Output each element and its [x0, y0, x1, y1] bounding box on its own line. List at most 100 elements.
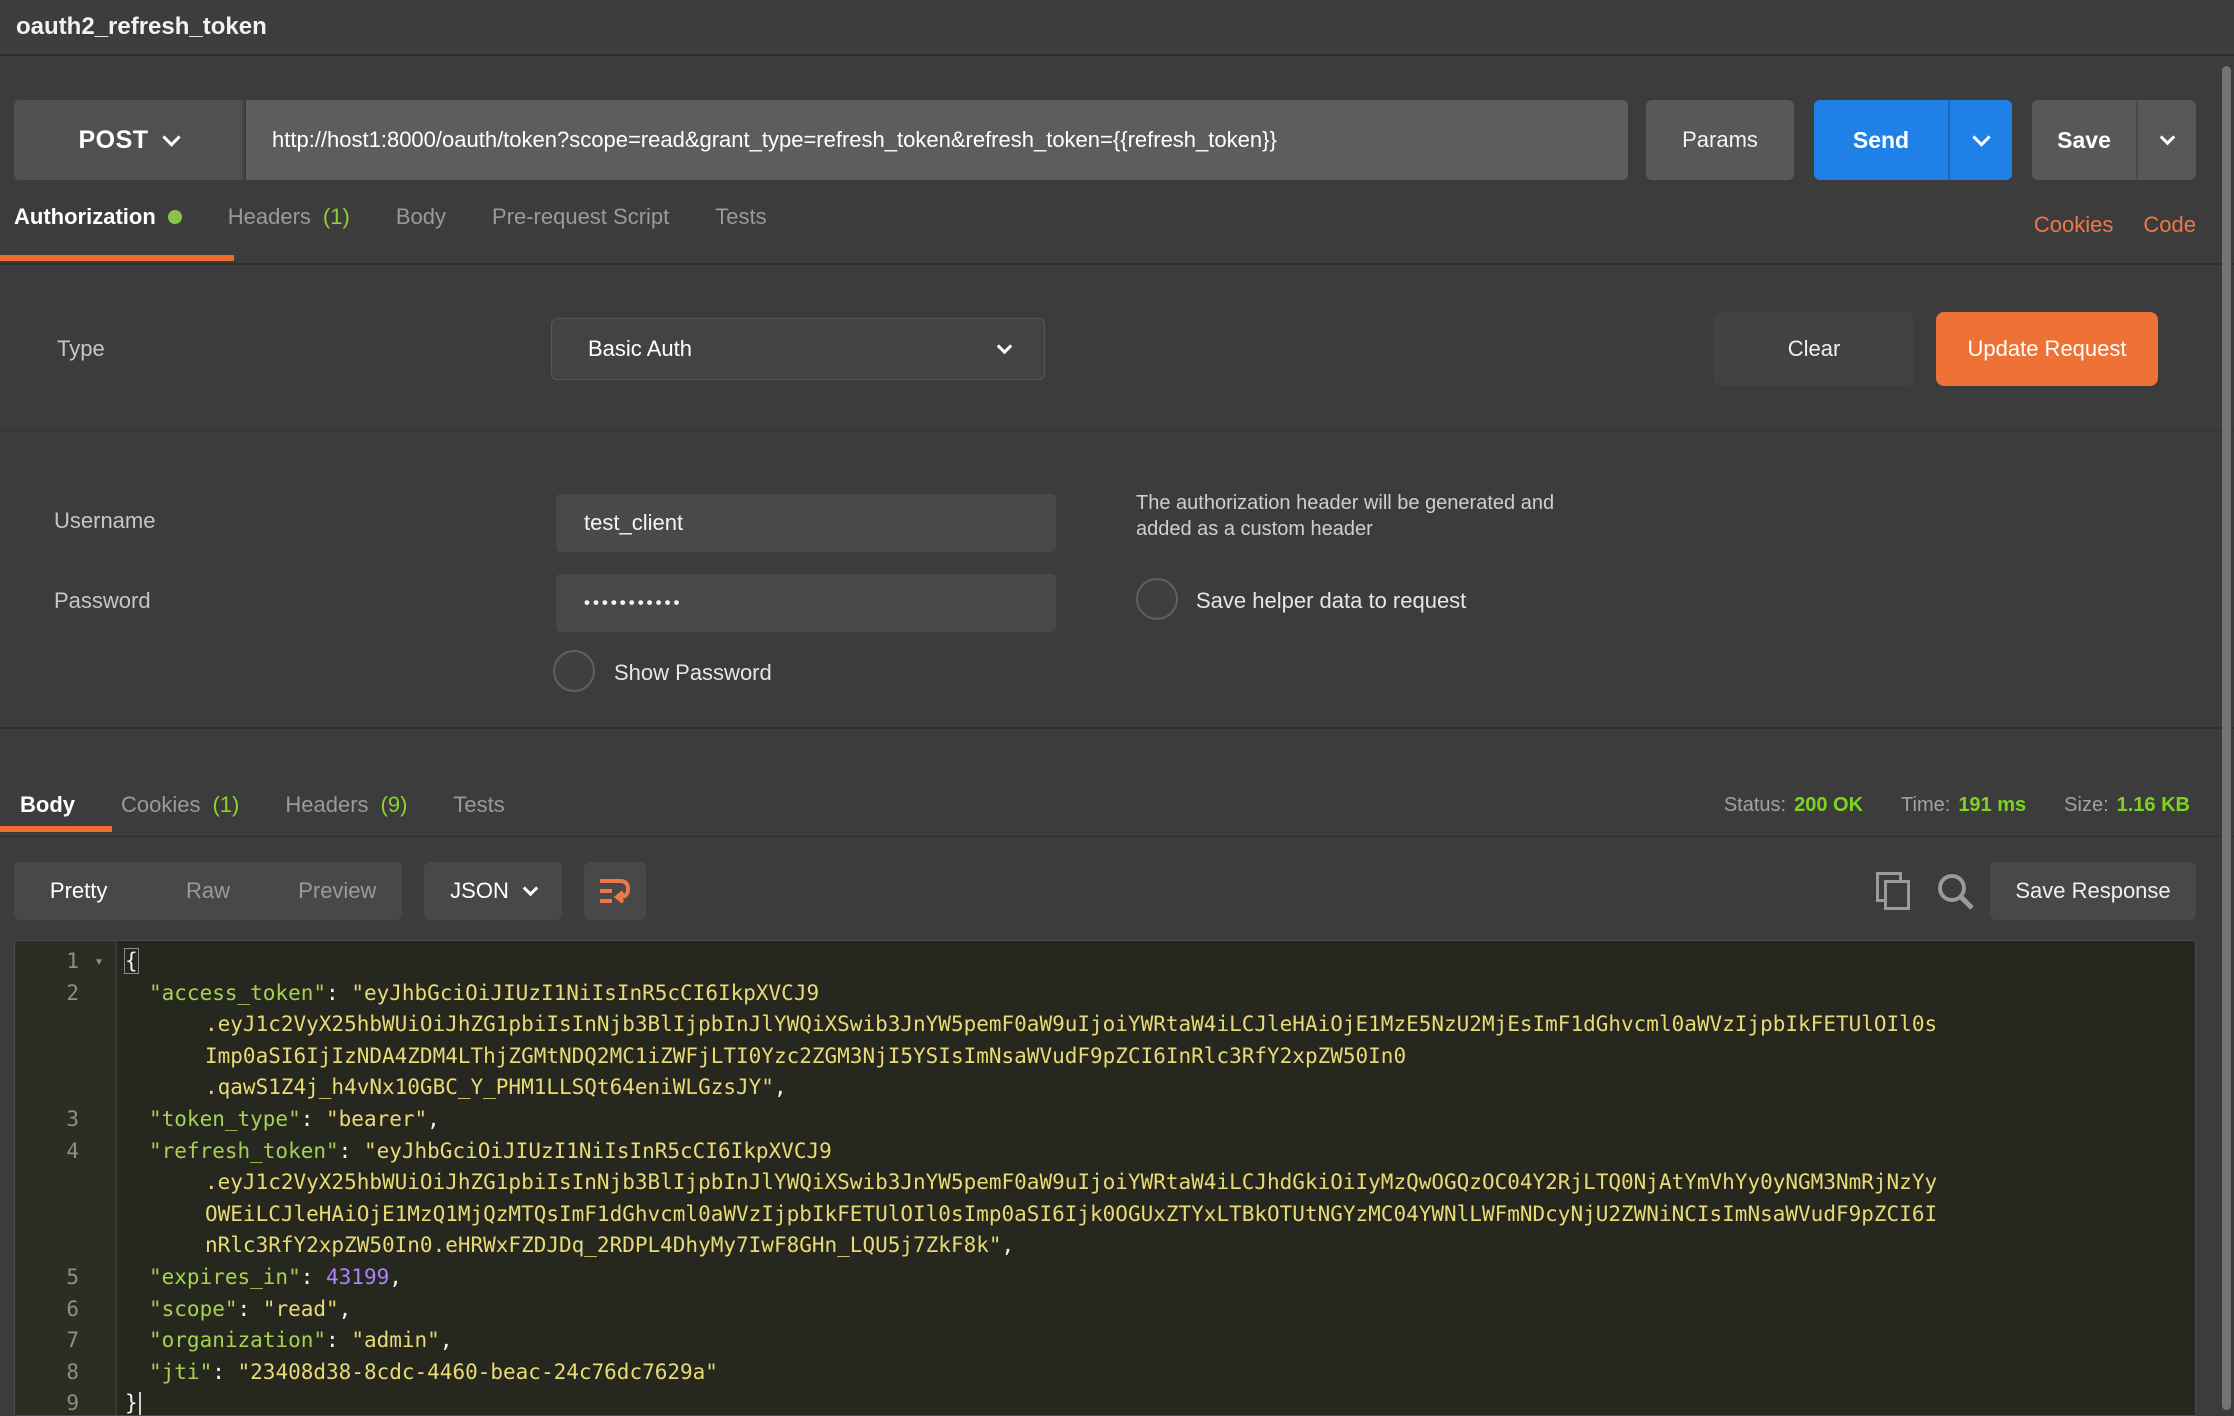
save-response-button[interactable]: Save Response [1990, 862, 2196, 920]
size-badge: Size:1.16 KB [2064, 794, 2190, 817]
code-line: 8 "jti": "23408d38-8cdc-4460-beac-24c76dc… [15, 1357, 2195, 1389]
token-key: "organization" [149, 1328, 326, 1352]
page-scrollbar[interactable] [2222, 66, 2231, 1410]
response-body-viewer[interactable]: 1▾{2"access_token": "eyJhbGciOiJIUzI1NiI… [14, 940, 2196, 1416]
save-helper-label: Save helper data to request [1196, 588, 1466, 614]
code-line: nRlc3RfY2xpZW50In0.eHRWxFZDJDq_2RDPL4Dhy… [15, 1230, 2195, 1262]
fold-caret-empty [79, 1072, 119, 1104]
line-number [15, 1041, 79, 1073]
method-label: POST [78, 126, 148, 155]
code-line: 4"refresh_token": "eyJhbGciOiJIUzI1NiIsI… [15, 1136, 2195, 1168]
code-line: 1▾{ [15, 946, 2195, 978]
code-line: 9} [15, 1388, 2195, 1416]
token-str: "bearer" [326, 1107, 427, 1131]
line-number [15, 1072, 79, 1104]
tab-headers[interactable]: Headers (1) [228, 204, 350, 230]
code-text: { [119, 946, 2195, 978]
token-key: "refresh_token" [149, 1139, 339, 1163]
save-options-button[interactable] [2136, 100, 2196, 180]
token-pun: } [125, 1391, 138, 1415]
auth-type-dropdown[interactable]: Basic Auth [551, 318, 1045, 380]
token-pun: : [212, 1360, 237, 1384]
response-tab-body[interactable]: Body [20, 792, 75, 818]
url-input[interactable]: http://host1:8000/oauth/token?scope=read… [246, 100, 1628, 180]
token-pun: : [301, 1107, 326, 1131]
wrap-text-icon [598, 875, 632, 907]
clear-button[interactable]: Clear [1714, 312, 1914, 386]
search-icon [1934, 870, 1976, 912]
token-num: 43199 [326, 1265, 389, 1289]
format-dropdown[interactable]: JSON [424, 862, 562, 920]
copy-button[interactable] [1874, 870, 1916, 912]
response-meta: Status:200 OK Time:191 ms Size:1.16 KB [1724, 794, 2190, 817]
save-helper-toggle[interactable] [1136, 578, 1178, 620]
password-label: Password [54, 588, 151, 614]
token-key: "access_token" [149, 981, 326, 1005]
line-number: 8 [15, 1357, 79, 1389]
username-field[interactable]: test_client [556, 494, 1056, 552]
text-cursor [139, 1392, 141, 1416]
token-str: "admin" [351, 1328, 440, 1352]
line-number: 5 [15, 1262, 79, 1294]
line-number: 7 [15, 1325, 79, 1357]
chevron-down-icon [2159, 129, 2175, 145]
tab-tests[interactable]: Tests [715, 204, 766, 230]
time-badge: Time:191 ms [1901, 794, 2026, 817]
method-dropdown[interactable]: POST [14, 100, 244, 180]
show-password-toggle[interactable] [553, 650, 595, 692]
code-lines: 1▾{2"access_token": "eyJhbGciOiJIUzI1NiI… [15, 946, 2195, 1416]
params-button[interactable]: Params [1646, 100, 1794, 180]
token-pun: : [326, 1328, 351, 1352]
view-mode-pretty[interactable]: Pretty [14, 862, 143, 920]
response-tab-headers[interactable]: Headers (9) [285, 792, 407, 818]
token-pun: , [1002, 1233, 1015, 1257]
search-button[interactable] [1934, 870, 1976, 912]
fold-caret-icon[interactable]: ▾ [79, 946, 119, 978]
save-label[interactable]: Save [2032, 100, 2136, 180]
send-options-button[interactable] [1948, 100, 2012, 180]
token-pun: : [238, 1297, 263, 1321]
line-number [15, 1199, 79, 1231]
code-link[interactable]: Code [2143, 212, 2196, 238]
divider [0, 263, 2234, 265]
token-pun: , [774, 1075, 787, 1099]
view-mode-raw[interactable]: Raw [143, 862, 272, 920]
token-str: "read" [263, 1297, 339, 1321]
view-mode-preview[interactable]: Preview [273, 862, 402, 920]
url-value: http://host1:8000/oauth/token?scope=read… [246, 127, 1277, 153]
code-line: .eyJ1c2VyX25hbWUiOiJhZG1pbiIsInNjb3BlIjp… [15, 1009, 2195, 1041]
token-str: OWEiLCJleHAiOjE1MzQ1MjQzMTQsImF1dGhvcml0… [205, 1202, 1937, 1226]
line-number [15, 1167, 79, 1199]
tab-pre-request-script[interactable]: Pre-request Script [492, 204, 669, 230]
code-text: .eyJ1c2VyX25hbWUiOiJhZG1pbiIsInNjb3BlIjp… [119, 1167, 2195, 1199]
code-line: OWEiLCJleHAiOjE1MzQ1MjQzMTQsImF1dGhvcml0… [15, 1199, 2195, 1231]
send-button[interactable]: Send [1814, 100, 2012, 180]
username-label: Username [54, 508, 155, 534]
fold-caret-empty [79, 1199, 119, 1231]
token-key: "token_type" [149, 1107, 301, 1131]
cookies-link[interactable]: Cookies [2034, 212, 2113, 238]
send-label[interactable]: Send [1814, 100, 1948, 180]
token-str: .eyJ1c2VyX25hbWUiOiJhZG1pbiIsInNjb3BlIjp… [205, 1012, 1937, 1036]
code-line: 5"expires_in": 43199, [15, 1262, 2195, 1294]
code-text: .qawS1Z4j_h4vNx10GBC_Y_PHM1LLSQt64eniWLG… [119, 1072, 2195, 1104]
response-headers-count-badge: (9) [381, 792, 408, 818]
password-field[interactable]: ••••••••••• [556, 574, 1056, 632]
save-button[interactable]: Save [2032, 100, 2196, 180]
token-str: nRlc3RfY2xpZW50In0.eHRWxFZDJDq_2RDPL4Dhy… [205, 1233, 1002, 1257]
request-tabs: Authorization Headers (1) Body Pre-reque… [14, 204, 767, 230]
response-tabs: Body Cookies (1) Headers (9) Tests [20, 792, 505, 818]
update-request-button[interactable]: Update Request [1936, 312, 2158, 386]
response-tab-cookies[interactable]: Cookies (1) [121, 792, 239, 818]
username-value: test_client [556, 510, 683, 536]
response-tab-tests[interactable]: Tests [453, 792, 504, 818]
line-number [15, 1009, 79, 1041]
tab-body[interactable]: Body [396, 204, 446, 230]
wrap-text-button[interactable] [584, 862, 646, 920]
code-text: "organization": "admin", [119, 1325, 2195, 1357]
tab-authorization[interactable]: Authorization [14, 204, 182, 230]
code-text: "jti": "23408d38-8cdc-4460-beac-24c76dc7… [119, 1357, 2195, 1389]
chevron-down-icon [997, 338, 1013, 354]
password-masked-value: ••••••••••• [556, 593, 682, 613]
line-number: 6 [15, 1294, 79, 1326]
